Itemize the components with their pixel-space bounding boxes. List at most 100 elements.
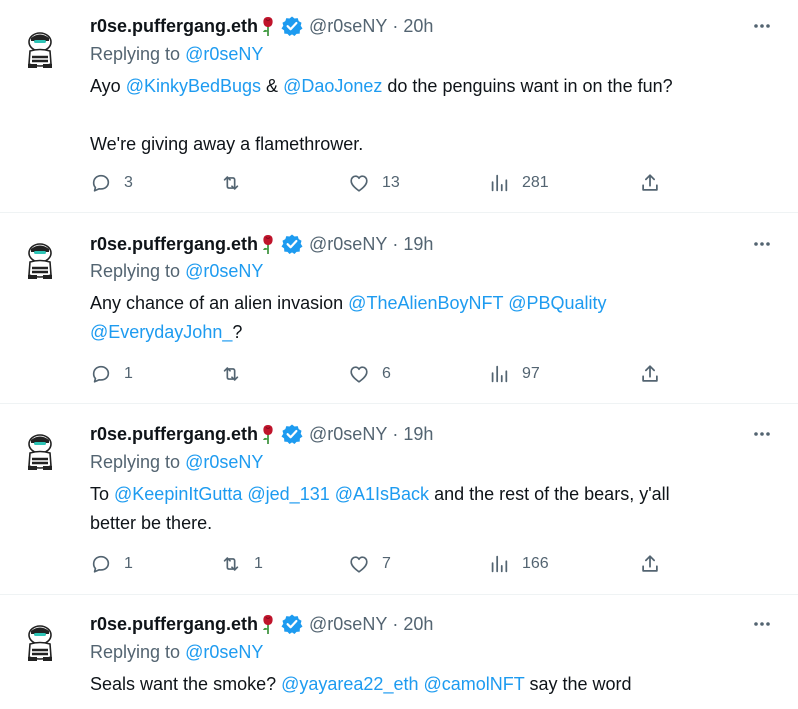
tweet-text-segment: ? [232,322,243,342]
retweet-icon [220,363,254,385]
username-handle[interactable]: @r0seNY [309,424,387,445]
username-handle[interactable]: @r0seNY [309,16,387,37]
views-icon [488,553,522,575]
like-button[interactable]: 13 [348,171,400,195]
views-count: 97 [522,365,540,382]
mention-link[interactable]: @TheAlienBoyNFT [348,293,503,313]
tweet-text: Ayo @KinkyBedBugs & @DaoJonez do the pen… [90,72,770,159]
mention-link[interactable]: @EverydayJohn_ [90,322,232,342]
reply-button[interactable]: 1 [90,552,134,576]
username-handle[interactable]: @r0seNY [309,234,387,255]
views-button[interactable]: 97 [488,362,540,386]
share-icon [639,172,673,194]
reply-button[interactable]: 1 [90,362,134,386]
penguin-avatar-icon [28,434,52,470]
replying-to: Replying to @r0seNY [90,44,263,65]
retweet-button[interactable] [220,171,264,195]
tweet-text-line: To @KeepinItGutta @jed_131 @A1IsBack and… [90,480,700,538]
tweet-text-line: Seals want the smoke? @yayarea22_eth @ca… [90,670,770,699]
replying-to-mention[interactable]: @r0seNY [185,642,263,662]
rose-emoji-icon [261,423,275,445]
share-button[interactable] [639,362,673,386]
reply-icon [90,553,124,575]
more-options-icon[interactable] [752,16,772,36]
avatar[interactable] [16,426,64,474]
replying-to-mention[interactable]: @r0seNY [185,452,263,472]
separator-dot: · [392,233,399,254]
verified-badge-icon[interactable] [281,15,303,37]
retweet-button[interactable] [220,362,264,386]
tweet-text-segment: & [261,76,284,96]
replying-to-label: Replying to [90,452,186,472]
display-name[interactable]: r0se.puffergang.eth [90,234,258,255]
replying-to: Replying to @r0seNY [90,452,263,473]
mention-link[interactable]: @yayarea22_eth [281,674,418,694]
tweet-text-segment: say the word [524,674,632,694]
tweet-text-line: We're giving away a flamethrower. [90,134,364,154]
timestamp[interactable]: 20h [403,614,433,635]
views-icon [488,172,522,194]
mention-link[interactable]: @PBQuality [508,293,606,313]
views-button[interactable]: 281 [488,171,549,195]
replying-to-label: Replying to [90,44,186,64]
rose-emoji-icon [261,15,275,37]
mention-link[interactable]: @KeepinItGutta [114,484,242,504]
rose-emoji-icon [261,233,275,255]
replying-to-mention[interactable]: @r0seNY [185,261,263,281]
tweet-text-segment: Any chance of an alien invasion [90,293,349,313]
timestamp[interactable]: 19h [403,234,433,255]
mention-link[interactable]: @jed_131 [247,484,329,504]
avatar[interactable] [16,235,64,283]
mention-link[interactable]: @KinkyBedBugs [126,76,261,96]
reply-button[interactable]: 3 [90,171,134,195]
verified-badge-icon[interactable] [281,423,303,445]
verified-badge-icon[interactable] [281,233,303,255]
like-count: 7 [382,555,391,572]
tweet-actions: 1 1 7 166 [90,552,670,576]
more-options-icon[interactable] [752,424,772,444]
more-options-icon[interactable] [752,234,772,254]
share-button[interactable] [639,171,673,195]
replying-to: Replying to @r0seNY [90,261,263,282]
views-count: 281 [522,174,549,191]
display-name[interactable]: r0se.puffergang.eth [90,16,258,37]
display-name[interactable]: r0se.puffergang.eth [90,614,258,635]
like-icon [348,553,382,575]
tweet-text-line: Any chance of an alien invasion @TheAlie… [90,289,690,347]
tweet-3[interactable]: r0se.puffergang.eth @r0seNY · 19h Replyi… [0,404,798,594]
tweet-1[interactable]: r0se.puffergang.eth @r0seNY · 20h Replyi… [0,0,798,212]
tweet-4[interactable]: r0se.puffergang.eth @r0seNY · 20h Replyi… [0,595,798,709]
mention-link[interactable]: @A1IsBack [335,484,429,504]
like-button[interactable]: 7 [348,552,392,576]
like-button[interactable]: 6 [348,362,392,386]
tweet-text-segment: Ayo [90,76,126,96]
penguin-avatar-icon [28,243,52,279]
retweet-button[interactable]: 1 [220,552,264,576]
username-handle[interactable]: @r0seNY [309,614,387,635]
views-button[interactable]: 166 [488,552,549,576]
reply-count: 3 [124,174,133,191]
mention-link[interactable]: @DaoJonez [283,76,382,96]
reply-count: 1 [124,555,133,572]
replying-to-mention[interactable]: @r0seNY [185,44,263,64]
avatar[interactable] [16,617,64,665]
avatar[interactable] [16,24,64,72]
like-icon [348,363,382,385]
more-options-icon[interactable] [752,614,772,634]
tweet-text: Seals want the smoke? @yayarea22_eth @ca… [90,670,770,699]
timestamp[interactable]: 19h [403,424,433,445]
display-name[interactable]: r0se.puffergang.eth [90,424,258,445]
share-button[interactable] [639,552,673,576]
like-icon [348,172,382,194]
replying-to: Replying to @r0seNY [90,642,263,663]
tweet-2[interactable]: r0se.puffergang.eth @r0seNY · 19h Replyi… [0,213,798,403]
tweet-text: To @KeepinItGutta @jed_131 @A1IsBack and… [90,480,700,538]
timestamp[interactable]: 20h [403,16,433,37]
penguin-avatar-icon [28,625,52,661]
mention-link[interactable]: @camolNFT [424,674,525,694]
tweet-actions: 3 13 281 [90,171,670,195]
reply-count: 1 [124,365,133,382]
like-count: 13 [382,174,400,191]
verified-badge-icon[interactable] [281,613,303,635]
replying-to-label: Replying to [90,642,186,662]
